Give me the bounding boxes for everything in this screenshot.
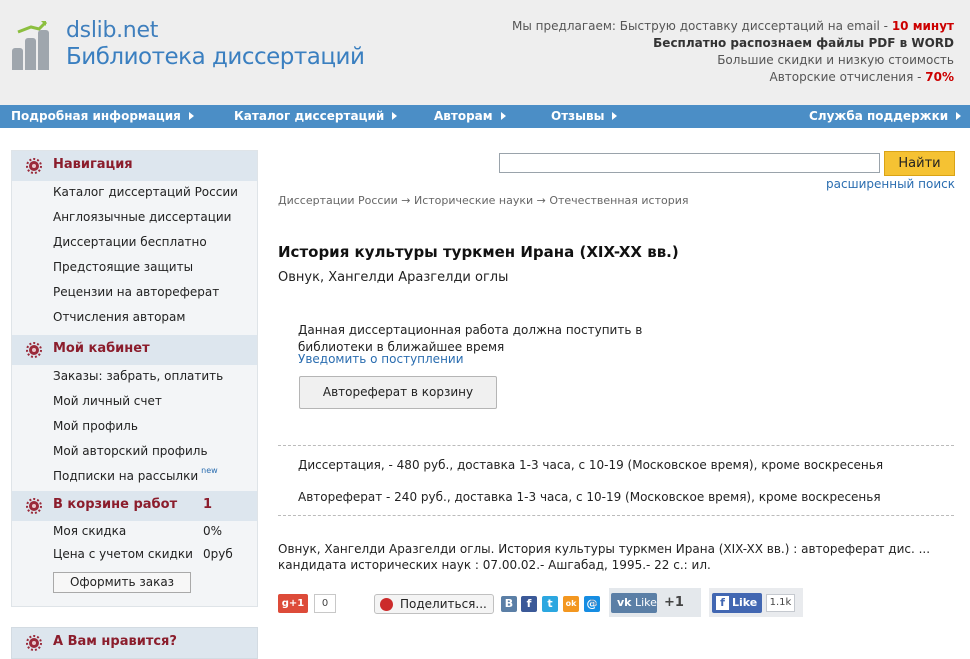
logo-arrow-icon [17,20,47,34]
search-input[interactable] [499,153,880,173]
advanced-search-link[interactable]: расширенный поиск [826,177,955,191]
promo-line-royalties: Авторские отчисления - 70% [769,70,955,84]
sidebar-cabinet-title: Мой кабинет [53,341,150,356]
nav-item-authors[interactable]: Авторам [434,109,506,123]
price-dissertation: Диссертация, - 480 руб., доставка 1-3 ча… [298,458,884,472]
nav-item-reviews[interactable]: Отзывы [551,109,618,123]
sidebar-link-orders[interactable]: Заказы: забрать, оплатить [53,369,223,383]
search-button[interactable]: Найти [884,151,955,176]
nav-item-support[interactable]: Служба поддержки [809,109,962,123]
sidebar-link-royalties[interactable]: Отчисления авторам [53,310,185,324]
sidebar-cart-title: В корзине работ [53,497,178,512]
odnoklassniki-icon[interactable]: ok [563,596,579,612]
sidebar-link-upcoming[interactable]: Предстоящие защиты [53,260,193,274]
arrow-right-icon [500,112,506,120]
nav-item-catalog[interactable]: Каталог диссертаций [234,109,398,123]
price-label: Цена с учетом скидки [53,547,193,561]
vk-icon[interactable]: B [501,596,517,612]
twitter-icon[interactable]: t [542,596,558,612]
price-abstract: Автореферат - 240 руб., доставка 1-3 час… [298,490,881,504]
sidebar-link-english[interactable]: Англоязычные диссертации [53,210,231,224]
sidebar-poll-title: А Вам нравится? [53,634,177,649]
sidebar-link-account[interactable]: Мой личный счет [53,394,162,408]
promo-line-discounts: Большие скидки и низкую стоимость [717,53,954,67]
arrow-right-icon [188,112,194,120]
gear-icon [26,342,42,358]
divider [278,445,954,446]
discount-label: Моя скидка [53,524,127,538]
gplus-button[interactable]: g+1 [278,594,308,613]
share-button[interactable]: Поделиться... [374,594,494,614]
bookmark-icon[interactable]: ✎ [586,596,602,612]
page-title: История культуры туркмен Ирана (XIX-XX в… [278,243,679,261]
divider [278,515,954,516]
add-abstract-to-cart-button[interactable]: Автореферат в корзину [299,376,497,409]
sidebar-poll-header: А Вам нравится? [11,627,258,659]
sidebar-link-free[interactable]: Диссертации бесплатно [53,235,207,249]
promo-line-pdf: Бесплатно распознаем файлы PDF в WORD [653,36,954,50]
nav-item-info[interactable]: Подробная информация [11,109,194,123]
fb-like-button[interactable]: f Like [712,593,762,613]
promo-line-delivery: Мы предлагаем: Быструю доставку диссерта… [512,19,954,33]
gear-icon [26,498,42,514]
notify-link[interactable]: Уведомить о поступлении [298,352,464,366]
gear-icon [26,635,42,651]
gplus-count: 0 [314,594,336,613]
sidebar-link-subscriptions[interactable]: Подписки на рассылки new [53,466,218,483]
sidebar-link-profile[interactable]: Мой профиль [53,419,138,433]
facebook-icon: f [716,596,729,610]
share-icon [380,598,393,611]
checkout-button[interactable]: Оформить заказ [53,572,191,593]
new-badge: new [201,466,218,475]
bibliographic-citation: Овнук, Хангелди Аразгелди оглы. История … [278,542,931,572]
promo-block: Мы предлагаем: Быструю доставку диссерта… [512,18,954,86]
logo-title[interactable]: Библиотека диссертаций [66,44,365,70]
sidebar-cabinet-header: Мой кабинет [12,335,257,365]
price-value: 0руб [203,547,233,561]
sidebar-navigation-title: Навигация [53,157,133,172]
gear-icon [26,158,42,174]
sidebar-link-catalog-russia[interactable]: Каталог диссертаций России [53,185,238,199]
arrow-right-icon [392,112,398,120]
sidebar-navigation-header: Навигация [12,151,257,181]
availability-notice: Данная диссертационная работа должна пос… [298,323,643,354]
breadcrumb[interactable]: Диссертации России → Исторические науки … [278,194,688,207]
sidebar-link-author-profile[interactable]: Мой авторский профиль [53,444,208,458]
site-header: dslib.net Библиотека диссертаций Мы пред… [0,0,970,105]
arrow-right-icon [612,112,618,120]
discount-value: 0% [203,524,223,538]
main-nav: Подробная информация Каталог диссертаций… [0,105,970,128]
fb-like-count: 1.1k [766,594,795,612]
arrow-right-icon [956,112,962,120]
vk-like-count: +1 [664,595,684,610]
cart-count: 1 [203,497,213,512]
sidebar-cart-header: В корзине работ 1 [12,491,257,521]
vk-like-button[interactable]: vk Like [611,593,657,613]
vk-icon: vk [617,596,632,609]
sidebar-link-reviews[interactable]: Рецензии на автореферат [53,285,219,299]
facebook-icon[interactable]: f [521,596,537,612]
author-name: Овнук, Хангелди Аразгелди оглы [278,270,509,285]
logo-domain[interactable]: dslib.net [66,18,158,43]
logo-icon[interactable] [12,20,58,70]
sidebar: Навигация Каталог диссертаций России Анг… [11,150,258,607]
